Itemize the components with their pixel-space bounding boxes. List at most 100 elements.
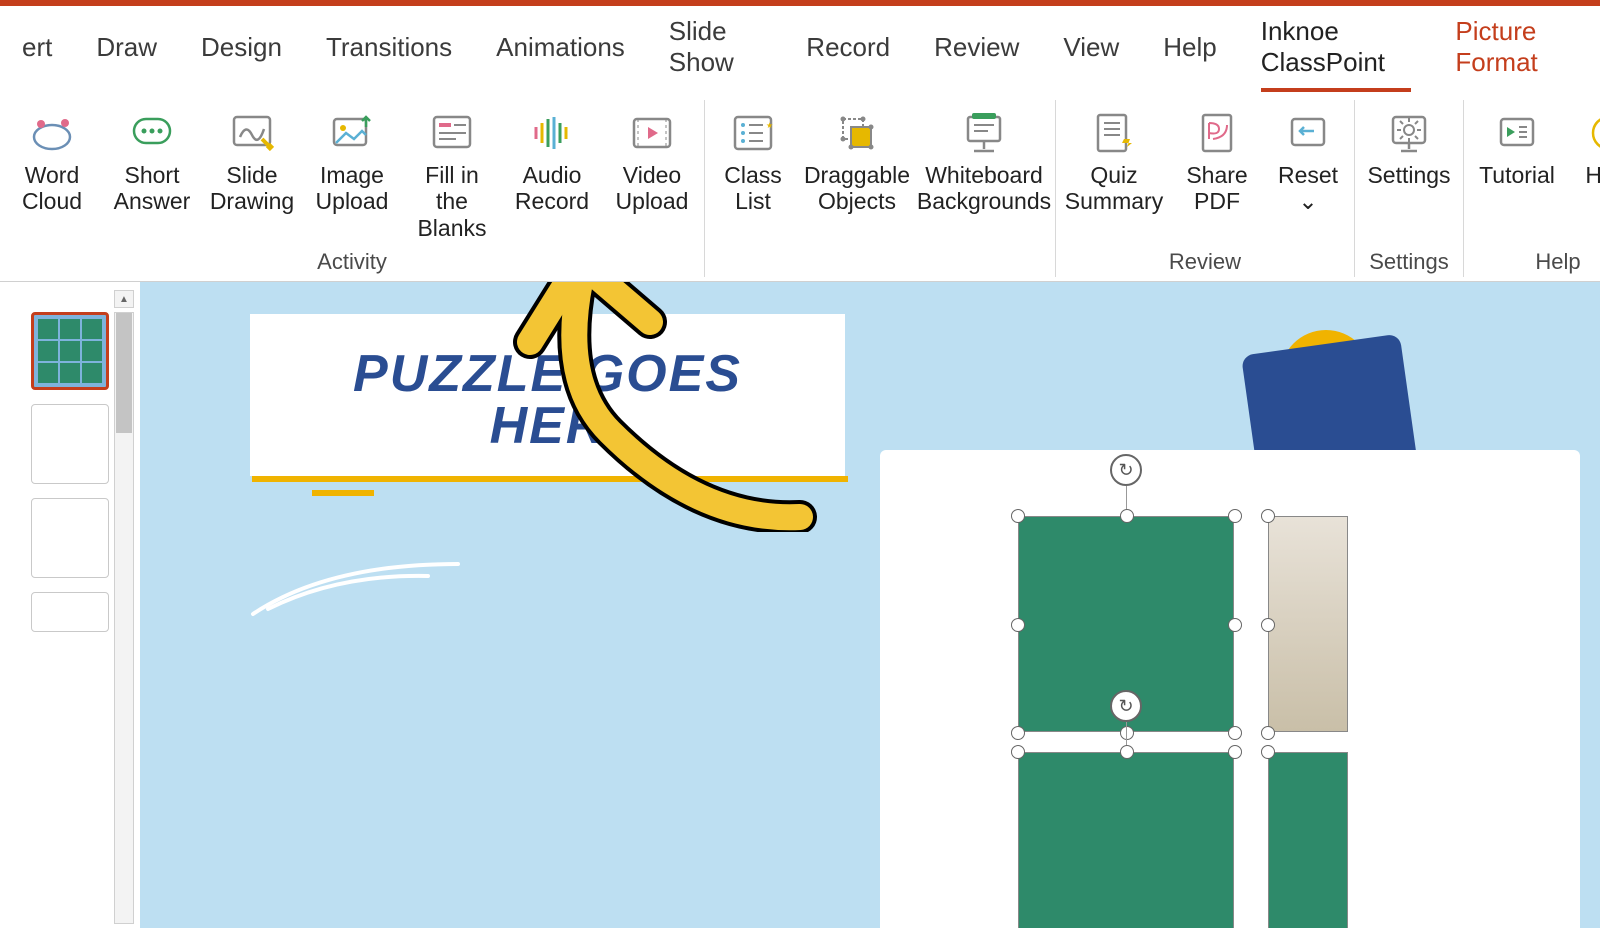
tutorial-icon — [1493, 104, 1541, 162]
menu-picture-format[interactable]: Picture Format — [1433, 16, 1600, 78]
resize-handle[interactable] — [1261, 726, 1275, 740]
label: Video — [623, 162, 681, 188]
selected-puzzle-piece-3[interactable] — [1268, 516, 1348, 732]
label: Draggable — [804, 162, 910, 188]
resize-handle[interactable] — [1261, 509, 1275, 523]
image-upload-button[interactable]: Image Upload — [308, 100, 396, 249]
label: Slide — [226, 162, 277, 188]
label: Objects — [818, 188, 896, 214]
group-label-tools — [713, 275, 1047, 277]
draggable-icon — [833, 104, 881, 162]
menu-animations[interactable]: Animations — [474, 32, 647, 63]
slide-thumbnail-panel: ▲ — [0, 282, 140, 928]
tutorial-button[interactable]: Tutorial — [1472, 100, 1562, 249]
menu-draw[interactable]: Draw — [74, 32, 179, 63]
slide-thumbnail-4[interactable] — [31, 592, 109, 632]
draggable-objects-button[interactable]: Draggable Objects — [805, 100, 909, 275]
ribbon: Word Cloud Short Answer Slide Drawing — [0, 92, 1600, 282]
short-answer-button[interactable]: Short Answer — [108, 100, 196, 249]
selected-puzzle-piece-2[interactable] — [1018, 752, 1234, 928]
rotate-handle[interactable] — [1110, 690, 1142, 722]
resize-handle[interactable] — [1011, 509, 1025, 523]
group-label-activity: Activity — [8, 249, 696, 277]
fill-blanks-icon — [428, 104, 476, 162]
annotation-arrow-icon — [470, 282, 830, 532]
fill-blanks-button[interactable]: Fill in the Blanks — [408, 100, 496, 249]
menu-design[interactable]: Design — [179, 32, 304, 63]
slide-thumbnail-3[interactable] — [31, 498, 109, 578]
decorative-strokes — [248, 554, 468, 624]
menu-review[interactable]: Review — [912, 32, 1041, 63]
rotate-handle[interactable] — [1110, 454, 1142, 486]
label: Help — [1585, 162, 1600, 188]
menu-help[interactable]: Help — [1141, 32, 1238, 63]
selected-puzzle-piece-4[interactable] — [1268, 752, 1348, 928]
resize-handle[interactable] — [1228, 509, 1242, 523]
slide-drawing-icon — [228, 104, 276, 162]
label: Audio — [523, 162, 582, 188]
menu-insert[interactable]: ert — [0, 32, 74, 63]
slide-thumbnail-2[interactable] — [31, 404, 109, 484]
word-cloud-button[interactable]: Word Cloud — [8, 100, 96, 249]
label: Class — [724, 162, 782, 188]
settings-icon — [1385, 104, 1433, 162]
resize-handle[interactable] — [1011, 618, 1025, 632]
video-upload-button[interactable]: Video Upload — [608, 100, 696, 249]
label: Tutorial — [1479, 162, 1555, 188]
whiteboard-button[interactable]: Whiteboard Backgrounds — [921, 100, 1047, 275]
resize-handle[interactable] — [1261, 618, 1275, 632]
resize-handle[interactable] — [1228, 745, 1242, 759]
slide-thumbnail-1[interactable] — [31, 312, 109, 390]
label: Fill in the — [408, 162, 496, 215]
label: Short — [125, 162, 180, 188]
audio-record-icon — [528, 104, 576, 162]
menu-transitions[interactable]: Transitions — [304, 32, 474, 63]
audio-record-button[interactable]: Audio Record — [508, 100, 596, 249]
class-list-button[interactable]: ★ Class List — [713, 100, 793, 275]
resize-handle[interactable] — [1011, 726, 1025, 740]
label: List — [735, 188, 771, 214]
resize-handle[interactable] — [1228, 618, 1242, 632]
slide-drawing-button[interactable]: Slide Drawing — [208, 100, 296, 249]
resize-handle[interactable] — [1120, 745, 1134, 759]
quiz-icon — [1090, 104, 1138, 162]
label: Backgrounds — [917, 188, 1051, 214]
menu-inknoe-classpoint[interactable]: Inknoe ClassPoint — [1239, 16, 1434, 78]
settings-button[interactable]: Settings — [1363, 100, 1455, 249]
svg-text:★: ★ — [766, 121, 773, 130]
reset-button[interactable]: Reset ⌄ — [1270, 100, 1346, 249]
word-cloud-icon — [28, 104, 76, 162]
whiteboard-icon — [960, 104, 1008, 162]
resize-handle[interactable] — [1261, 745, 1275, 759]
scrollbar-thumb[interactable] — [116, 313, 132, 433]
menu-view[interactable]: View — [1041, 32, 1141, 63]
slide-content: PUZZLE GOES HER — [140, 282, 1600, 928]
label: Upload — [316, 188, 389, 214]
help-icon: ? — [1585, 104, 1600, 162]
label: Settings — [1367, 162, 1450, 188]
resize-handle[interactable] — [1011, 745, 1025, 759]
label: Record — [515, 188, 589, 214]
help-button[interactable]: ? Help — [1574, 100, 1600, 249]
menu-record[interactable]: Record — [784, 32, 912, 63]
label: Image — [320, 162, 384, 188]
ribbon-group-help: Tutorial ? Help Help — [1464, 100, 1600, 277]
quiz-summary-button[interactable]: Quiz Summary — [1064, 100, 1164, 249]
resize-handle[interactable] — [1120, 726, 1134, 740]
ribbon-group-settings: Settings Settings — [1355, 100, 1464, 277]
label: Reset — [1278, 162, 1338, 188]
slide-canvas[interactable]: PUZZLE GOES HER — [140, 282, 1600, 928]
label: ⌄ — [1298, 188, 1317, 214]
label: Share — [1186, 162, 1247, 188]
share-pdf-button[interactable]: Share PDF — [1176, 100, 1258, 249]
label: Upload — [616, 188, 689, 214]
scroll-up-button[interactable]: ▲ — [114, 290, 134, 308]
resize-handle[interactable] — [1120, 509, 1134, 523]
label: Whiteboard — [925, 162, 1043, 188]
menu-slideshow[interactable]: Slide Show — [647, 16, 785, 78]
scrollbar-track[interactable] — [114, 312, 134, 924]
video-upload-icon — [628, 104, 676, 162]
image-upload-icon — [328, 104, 376, 162]
reset-icon — [1284, 104, 1332, 162]
resize-handle[interactable] — [1228, 726, 1242, 740]
